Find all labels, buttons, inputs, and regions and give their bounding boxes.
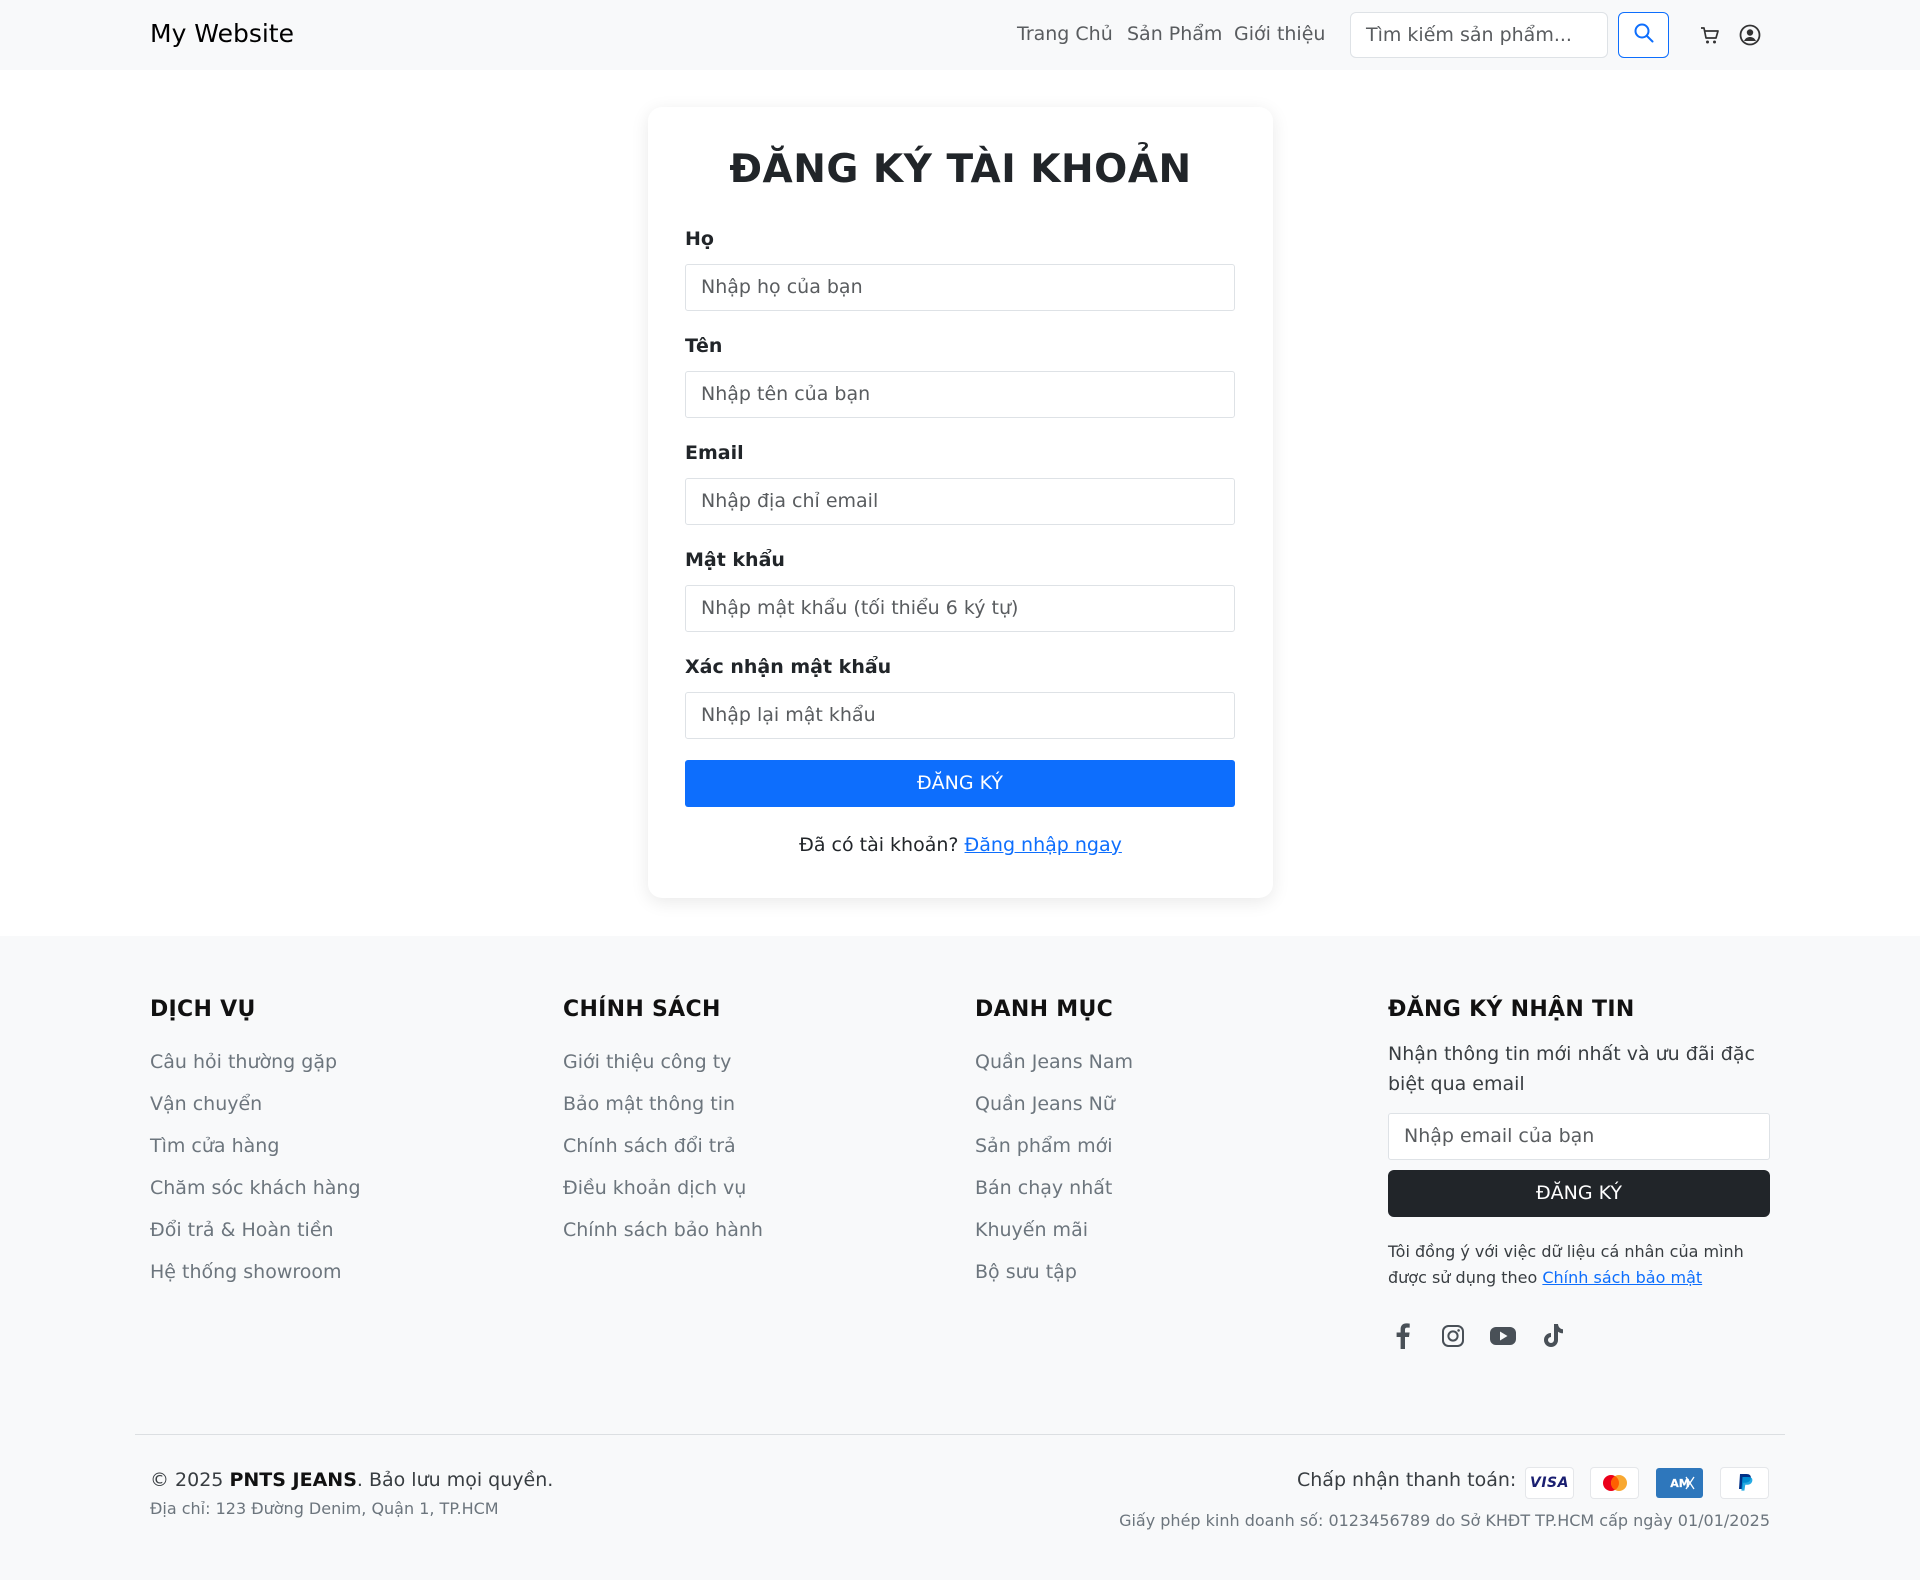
footer-link[interactable]: Khuyến mãi	[975, 1217, 1355, 1259]
footer-column-policies: CHÍNH SÁCH Giới thiệu công ty Bảo mật th…	[563, 997, 943, 1259]
footer-link[interactable]: Bộ sưu tập	[975, 1259, 1355, 1301]
youtube-icon[interactable]	[1488, 1321, 1518, 1351]
facebook-icon[interactable]	[1388, 1321, 1418, 1351]
user-icon[interactable]	[1739, 24, 1761, 46]
last-name-input[interactable]: Nhập họ của bạn	[685, 264, 1235, 311]
store-address: Địa chỉ: 123 Đường Denim, Quận 1, TP.HCM	[150, 1499, 499, 1518]
nav-link-about[interactable]: Giới thiệu	[1234, 23, 1325, 45]
confirm-password-label: Xác nhận mật khẩu	[685, 656, 892, 678]
footer-column-services: DỊCH VỤ Câu hỏi thường gặp Vận chuyển Tì…	[150, 997, 530, 1301]
paypal-icon	[1721, 1468, 1768, 1498]
footer-link[interactable]: Câu hỏi thường gặp	[150, 1049, 530, 1091]
social-links	[1388, 1321, 1788, 1351]
page-title: ĐĂNG KÝ TÀI KHOẢN	[729, 147, 1192, 192]
footer-link[interactable]: Hệ thống showroom	[150, 1259, 530, 1301]
confirm-password-input[interactable]: Nhập lại mật khẩu	[685, 692, 1235, 739]
footer-heading-policies: CHÍNH SÁCH	[563, 997, 721, 1022]
tiktok-icon[interactable]	[1538, 1321, 1568, 1351]
first-name-label: Tên	[685, 335, 723, 357]
login-link[interactable]: Đăng nhập ngay	[965, 834, 1122, 856]
privacy-policy-link[interactable]: Chính sách bảo mật	[1542, 1268, 1702, 1287]
footer-heading-categories: DANH MỤC	[975, 997, 1114, 1022]
newsletter-consent: Tôi đồng ý với việc dữ liệu cá nhân của …	[1388, 1239, 1770, 1291]
copyright: © 2025 PNTS JEANS. Bảo lưu mọi quyền.	[150, 1469, 553, 1491]
password-input[interactable]: Nhập mật khẩu (tối thiểu 6 ký tự)	[685, 585, 1235, 632]
footer-link[interactable]: Chính sách bảo hành	[563, 1217, 943, 1259]
brand-logo[interactable]: My Website	[150, 19, 294, 48]
newsletter-subscribe-button[interactable]: ĐĂNG KÝ	[1388, 1170, 1770, 1217]
login-prompt-row: Đã có tài khoản? Đăng nhập ngay	[648, 834, 1273, 856]
register-button[interactable]: ĐĂNG KÝ	[685, 760, 1235, 807]
footer-divider	[135, 1434, 1785, 1435]
search-button[interactable]	[1618, 12, 1669, 58]
visa-icon: VISA	[1526, 1468, 1573, 1498]
footer-link[interactable]: Sản phẩm mới	[975, 1133, 1355, 1175]
navbar: My Website Trang Chủ Sản Phẩm Giới thiệu…	[0, 0, 1920, 70]
register-card: ĐĂNG KÝ TÀI KHOẢN Họ Nhập họ của bạn Tên…	[648, 107, 1273, 898]
first-name-input[interactable]: Nhập tên của bạn	[685, 371, 1235, 418]
search-icon	[1633, 22, 1655, 48]
footer-link[interactable]: Chính sách đổi trả	[563, 1133, 943, 1175]
instagram-icon[interactable]	[1438, 1321, 1468, 1351]
newsletter-email-input[interactable]: Nhập email của bạn	[1388, 1113, 1770, 1160]
login-prompt-text: Đã có tài khoản?	[799, 834, 959, 856]
cart-icon[interactable]	[1699, 24, 1721, 46]
footer-link[interactable]: Chăm sóc khách hàng	[150, 1175, 530, 1217]
search-input[interactable]: Tìm kiếm sản phẩm...	[1350, 12, 1608, 58]
password-label: Mật khẩu	[685, 549, 785, 571]
footer-link[interactable]: Quần Jeans Nữ	[975, 1091, 1355, 1133]
email-input[interactable]: Nhập địa chỉ email	[685, 478, 1235, 525]
footer-brand-name: PNTS JEANS	[229, 1469, 357, 1491]
footer: DỊCH VỤ Câu hỏi thường gặp Vận chuyển Tì…	[0, 936, 1920, 1580]
footer-link[interactable]: Bán chạy nhất	[975, 1175, 1355, 1217]
nav-link-products[interactable]: Sản Phẩm	[1127, 23, 1222, 45]
footer-heading-newsletter: ĐĂNG KÝ NHẬN TIN	[1388, 997, 1635, 1022]
mastercard-icon	[1591, 1468, 1638, 1498]
footer-link[interactable]: Quần Jeans Nam	[975, 1049, 1355, 1091]
footer-link[interactable]: Điều khoản dịch vụ	[563, 1175, 943, 1217]
footer-column-newsletter: ĐĂNG KÝ NHẬN TIN Nhận thông tin mới nhất…	[1388, 997, 1788, 1351]
copyright-suffix: . Bảo lưu mọi quyền.	[356, 1469, 554, 1491]
footer-link[interactable]: Vận chuyển	[150, 1091, 530, 1133]
amex-icon: AM	[1656, 1468, 1703, 1498]
footer-link[interactable]: Đổi trả & Hoàn tiền	[150, 1217, 530, 1259]
email-label: Email	[685, 442, 744, 464]
footer-heading-services: DỊCH VỤ	[150, 997, 256, 1022]
copyright-prefix: © 2025	[150, 1469, 224, 1491]
payment-label: Chấp nhận thanh toán:	[1297, 1469, 1517, 1491]
footer-column-categories: DANH MỤC Quần Jeans Nam Quần Jeans Nữ Sả…	[975, 997, 1355, 1301]
footer-link[interactable]: Tìm cửa hàng	[150, 1133, 530, 1175]
last-name-label: Họ	[685, 228, 714, 250]
newsletter-description: Nhận thông tin mới nhất và ưu đãi đặc bi…	[1388, 1043, 1755, 1095]
business-license: Giấy phép kinh doanh số: 0123456789 do S…	[1119, 1511, 1770, 1530]
footer-link[interactable]: Bảo mật thông tin	[563, 1091, 943, 1133]
nav-link-home[interactable]: Trang Chủ	[1017, 23, 1113, 45]
footer-link[interactable]: Giới thiệu công ty	[563, 1049, 943, 1091]
